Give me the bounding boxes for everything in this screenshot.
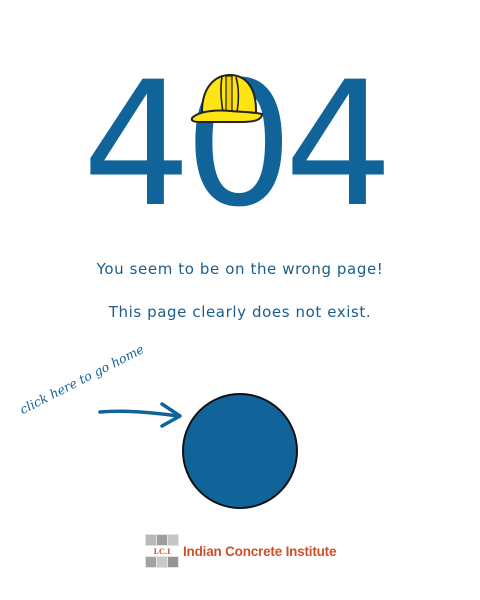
hard-hat-icon [190, 73, 264, 123]
error-digit-first: 4 [82, 44, 192, 245]
org-name: Indian Concrete Institute [183, 543, 337, 559]
not-exist-message: This page clearly does not exist. [108, 303, 372, 321]
logo-initials: I.C.I [153, 546, 171, 556]
arrow-right-icon [98, 402, 182, 428]
ici-logo-mark: I.C.I [145, 534, 179, 568]
go-home-button[interactable] [182, 393, 298, 509]
error-digit-last: 4 [284, 44, 394, 245]
footer-logo[interactable]: I.C.I Indian Concrete Institute [145, 533, 336, 569]
error-code: 4 0 4 [0, 44, 480, 245]
wrong-page-message: You seem to be on the wrong page! [96, 260, 384, 278]
